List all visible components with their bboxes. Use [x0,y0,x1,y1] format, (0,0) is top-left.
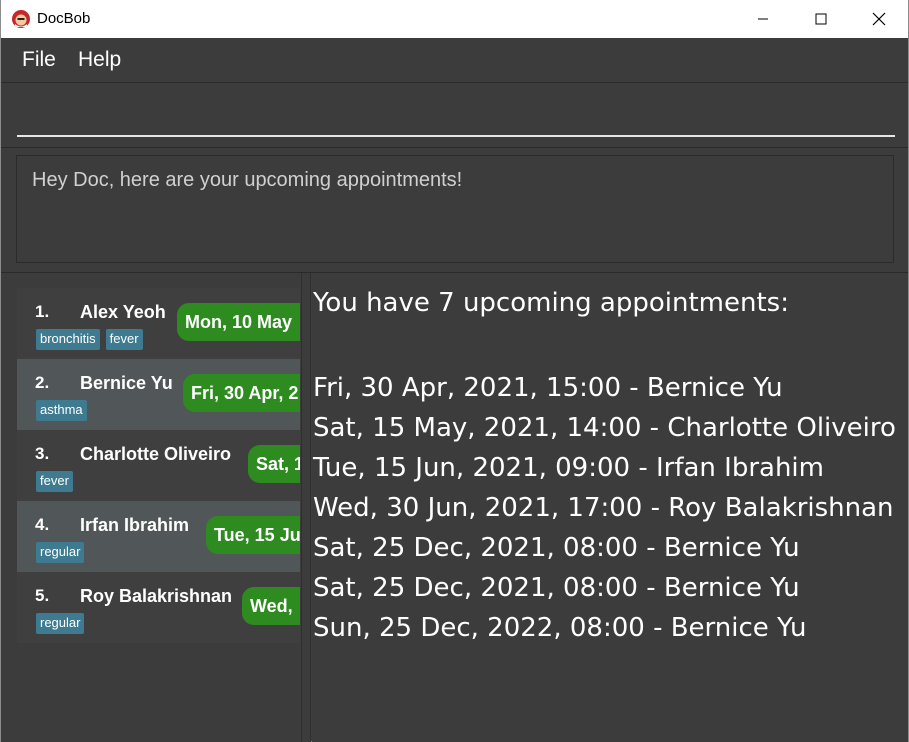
patient-name: Charlotte Oliveiro [80,444,232,464]
close-button[interactable] [850,0,908,38]
appointment-item: Wed, 30 Jun, 2021, 17:00 - Roy Balakrish… [313,493,894,523]
tag-badge: bronchitis [36,329,100,350]
tag-badge: fever [36,471,73,492]
tag-list: fever [36,471,73,492]
tag-badge: fever [105,329,143,350]
appointment-item: Sat, 15 May, 2021, 14:00 - Charlotte Oli… [313,413,896,443]
split-pane-divider[interactable] [301,273,311,742]
patient-list[interactable]: 1. Alex Yeoh Mon, 10 May bronchitis feve… [1,273,301,742]
appointment-badge: Sat, 1 [248,445,300,483]
appointment-badge: Wed, [242,587,300,625]
tag-list: asthma [36,400,87,421]
menu-bar: File Help [1,38,908,83]
appointment-item: Sat, 25 Dec, 2021, 08:00 - Bernice Yu [313,573,800,603]
result-display: Hey Doc, here are your upcoming appointm… [1,148,908,273]
title-bar[interactable]: DocBob [1,0,908,38]
appointments-list: Fri, 30 Apr, 2021, 15:00 - Bernice Yu Sa… [313,368,896,648]
appointment-badge: Tue, 15 Ju [206,516,300,554]
tag-list: regular [36,542,85,563]
window-title: DocBob [37,10,91,27]
appointment-badge: Mon, 10 May [177,303,300,341]
patient-index: 2. [35,373,50,392]
tag-badge: asthma [36,400,87,421]
result-textarea[interactable]: Hey Doc, here are your upcoming appointm… [16,155,894,263]
maximize-icon [815,13,827,25]
patient-card[interactable]: 4. Irfan Ibrahim Tue, 15 Ju regular [17,501,300,572]
tag-badge: regular [36,613,85,634]
patient-index: 5. [35,586,50,605]
patient-card[interactable]: 2. Bernice Yu Fri, 30 Apr, 2 asthma [17,359,300,430]
menu-file[interactable]: File [22,48,56,72]
appointment-item: Sun, 25 Dec, 2022, 08:00 - Bernice Yu [313,613,807,643]
app-window: DocBob File Help Hey Doc, here are your … [0,0,909,742]
appointments-header: You have 7 upcoming appointments: [313,288,789,318]
patient-index: 3. [35,444,50,463]
tag-badge: regular [36,542,85,563]
menu-help[interactable]: Help [78,48,121,72]
tag-list: bronchitis fever [36,329,143,350]
minimize-button[interactable] [734,0,792,38]
appointment-item: Tue, 15 Jun, 2021, 09:00 - Irfan Ibrahim [313,453,824,483]
docbob-logo-icon [12,10,30,28]
patient-card[interactable]: 5. Roy Balakrishnan Wed, regular [17,572,300,643]
maximize-button[interactable] [792,0,850,38]
patient-name: Alex Yeoh [80,302,166,322]
result-message: Hey Doc, here are your upcoming appointm… [32,169,463,191]
command-box [1,83,908,148]
appointments-panel: You have 7 upcoming appointments: Fri, 3… [312,273,908,742]
appointment-item: Fri, 30 Apr, 2021, 15:00 - Bernice Yu [313,373,783,403]
patient-name: Irfan Ibrahim [80,515,190,535]
minimize-icon [758,18,768,20]
patient-card[interactable]: 3. Charlotte Oliveiro Sat, 1 fever [17,430,300,501]
patient-name: Roy Balakrishnan [80,586,233,606]
tag-list: regular [36,613,85,634]
patient-index: 4. [35,515,50,534]
patient-name: Bernice Yu [80,373,173,393]
patient-card[interactable]: 1. Alex Yeoh Mon, 10 May bronchitis feve… [17,288,300,359]
appointment-item: Sat, 25 Dec, 2021, 08:00 - Bernice Yu [313,533,800,563]
close-icon [872,12,886,26]
appointment-badge: Fri, 30 Apr, 2 [183,374,300,412]
patient-index: 1. [35,302,50,321]
command-input[interactable] [17,93,895,137]
